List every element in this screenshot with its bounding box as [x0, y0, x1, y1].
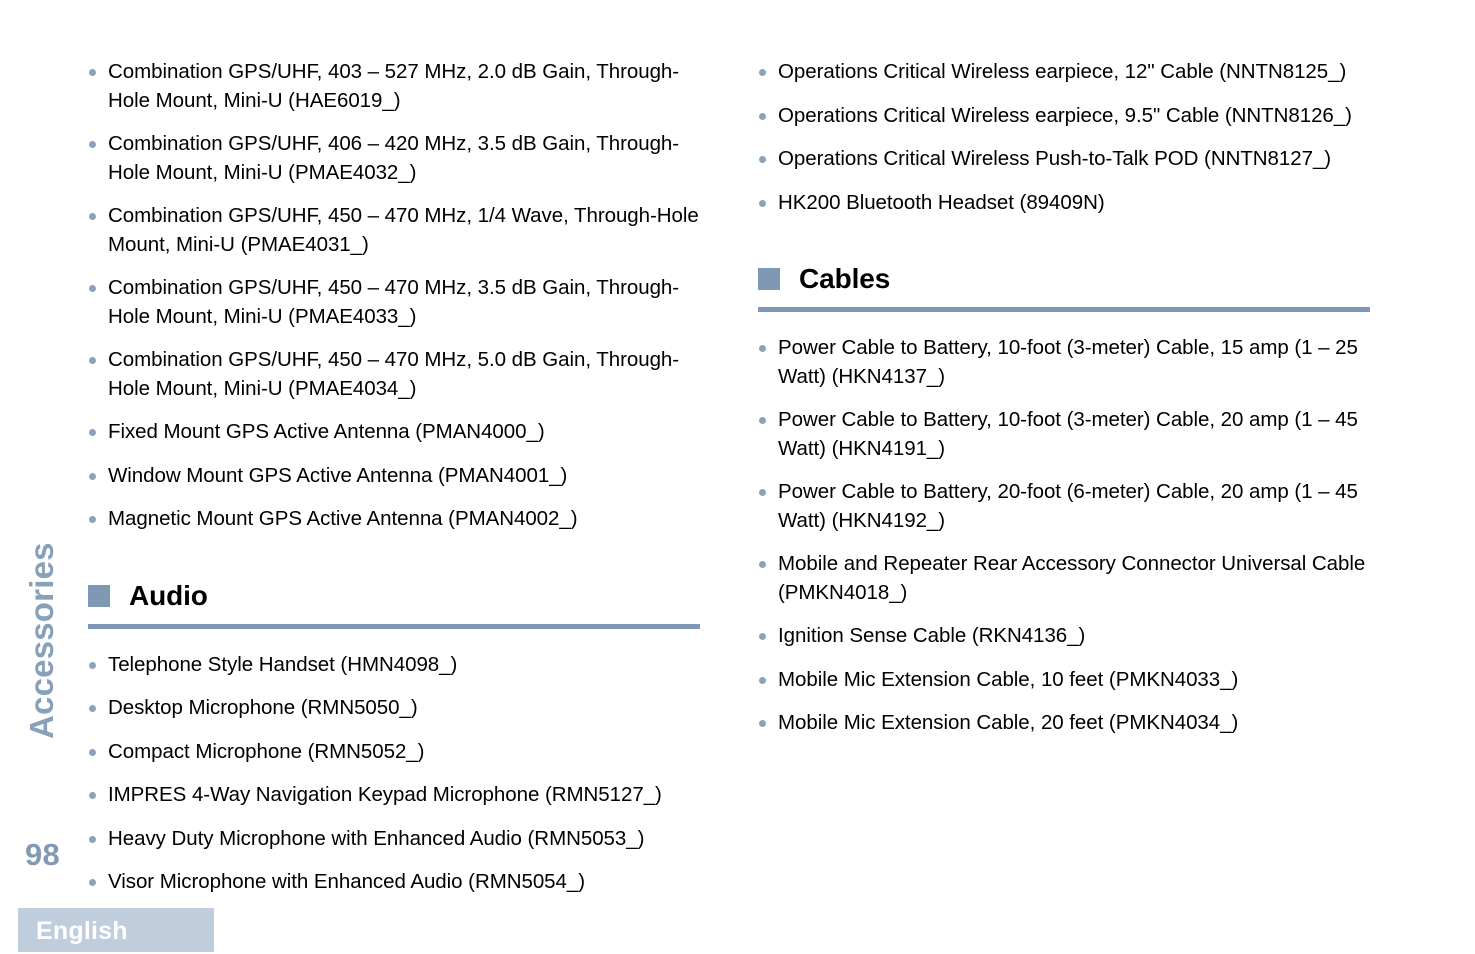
list-item: Combination GPS/UHF, 450 – 470 MHz, 5.0 … [88, 346, 700, 403]
list-item: Compact Microphone (RMN5052_) [88, 738, 700, 767]
antenna-accessory-list: Combination GPS/UHF, 403 – 527 MHz, 2.0 … [88, 58, 700, 534]
section-heading-cables: Cables [758, 263, 1370, 295]
square-marker-icon [88, 584, 110, 607]
list-item: Mobile Mic Extension Cable, 10 feet (PMK… [758, 666, 1370, 695]
section-rule [88, 623, 700, 629]
section-title: Audio [129, 579, 208, 611]
list-item: IMPRES 4-Way Navigation Keypad Microphon… [88, 781, 700, 810]
language-tab-label: English [36, 917, 128, 945]
list-item: Power Cable to Battery, 10-foot (3-meter… [758, 406, 1370, 463]
list-item: Operations Critical Wireless Push-to-Tal… [758, 145, 1370, 174]
language-tab[interactable]: English [18, 908, 214, 952]
section-rule [758, 307, 1370, 312]
list-item: Magnetic Mount GPS Active Antenna (PMAN4… [88, 505, 700, 534]
list-item: Power Cable to Battery, 20-foot (6-meter… [758, 478, 1370, 535]
section-title: Cables [799, 263, 891, 294]
list-item: Operations Critical Wireless earpiece, 1… [758, 58, 1370, 87]
list-item: Combination GPS/UHF, 403 – 527 MHz, 2.0 … [88, 58, 700, 115]
left-column: Combination GPS/UHF, 403 – 527 MHz, 2.0 … [88, 0, 700, 912]
audio-accessory-list: Telephone Style Handset (HMN4098_) Deskt… [88, 651, 700, 897]
square-marker-icon [758, 268, 780, 290]
list-item: Mobile and Repeater Rear Accessory Conne… [758, 550, 1370, 607]
chapter-label: Accessories [23, 542, 60, 739]
list-item: Mobile Mic Extension Cable, 20 feet (PMK… [758, 709, 1370, 738]
page-number: 98 [25, 837, 61, 872]
list-item: Power Cable to Battery, 10-foot (3-meter… [758, 334, 1370, 391]
right-column: Operations Critical Wireless earpiece, 1… [758, 0, 1370, 753]
list-item: Combination GPS/UHF, 450 – 470 MHz, 3.5 … [88, 274, 700, 331]
list-item: HK200 Bluetooth Headset (89409N) [758, 189, 1370, 218]
list-item: Desktop Microphone (RMN5050_) [88, 694, 700, 723]
list-item: Visor Microphone with Enhanced Audio (RM… [88, 868, 700, 897]
list-item: Window Mount GPS Active Antenna (PMAN400… [88, 462, 700, 491]
left-sidebar: Accessories 98 English [0, 0, 214, 954]
wireless-accessory-list: Operations Critical Wireless earpiece, 1… [758, 58, 1370, 217]
section-heading-audio: Audio [88, 580, 700, 612]
cables-accessory-list: Power Cable to Battery, 10-foot (3-meter… [758, 334, 1370, 738]
list-item: Telephone Style Handset (HMN4098_) [88, 651, 700, 680]
list-item: Operations Critical Wireless earpiece, 9… [758, 102, 1370, 131]
list-item: Fixed Mount GPS Active Antenna (PMAN4000… [88, 418, 700, 447]
list-item: Combination GPS/UHF, 406 – 420 MHz, 3.5 … [88, 130, 700, 187]
list-item: Combination GPS/UHF, 450 – 470 MHz, 1/4 … [88, 202, 700, 259]
list-item: Heavy Duty Microphone with Enhanced Audi… [88, 825, 700, 854]
list-item: Ignition Sense Cable (RKN4136_) [758, 622, 1370, 651]
